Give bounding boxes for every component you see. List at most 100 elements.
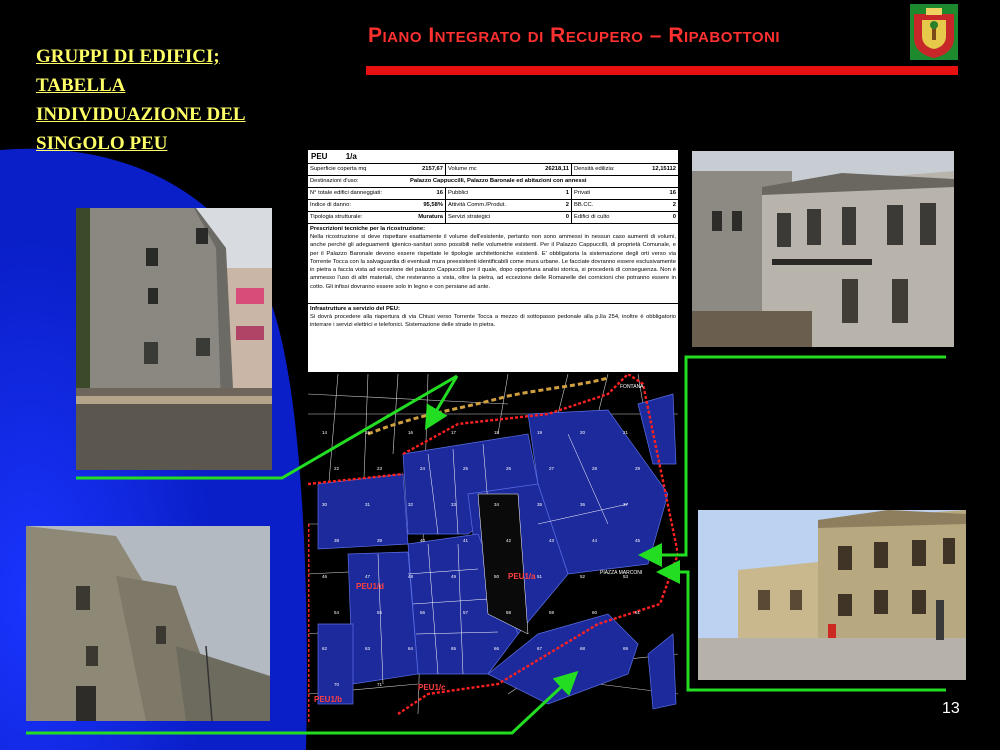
- parcel-number: 33: [451, 502, 457, 507]
- table-row: Superficie coperta mq 2157,67 Volume mc 26…: [308, 164, 678, 176]
- parcel-number: 42: [506, 538, 512, 543]
- parcel-number: 45: [635, 538, 641, 543]
- table-cell: Attività Comm./Produt. 2: [446, 200, 572, 211]
- parcel-number: 27: [549, 466, 555, 471]
- cell-label: Indice di danno:: [310, 202, 351, 208]
- cell-value: 0: [672, 214, 676, 220]
- peu-id: 1/a: [345, 152, 357, 161]
- photo-stone-houses: [26, 526, 270, 721]
- parcel-number: 37: [623, 502, 629, 507]
- prescrizioni-text: Nella ricostruzione si deve rispettare e…: [310, 234, 676, 290]
- parcel-number: 23: [377, 466, 383, 471]
- slide-title: Piano Integrato di Recupero – Ripabotton…: [368, 24, 781, 47]
- parcel-number: 19: [537, 430, 543, 435]
- table-cell: Volume mc 26218,11: [446, 164, 572, 175]
- table-cell: Indice di danno: 95,58%: [308, 200, 446, 211]
- map-label-peu1b: PEU1/b: [314, 695, 342, 704]
- parcel-number: 61: [635, 610, 641, 615]
- table-cell: N° totale edifici danneggiati: 16: [308, 188, 446, 199]
- parcel-number: 24: [420, 466, 426, 471]
- parcel-number: 25: [463, 466, 469, 471]
- parcel-number: 64: [408, 646, 414, 651]
- section-heading: GRUPPI DI EDIFICI; TABELLA INDIVIDUAZION…: [36, 42, 306, 158]
- table-cell: BB.CC. 2: [572, 200, 678, 211]
- table-cell: Edifici di culto 0: [572, 212, 678, 223]
- cell-value: 2157,67: [422, 166, 443, 172]
- parcel-number: 18: [494, 430, 500, 435]
- cell-label: Tipologia strutturale:: [310, 214, 363, 220]
- parcel-number: 36: [580, 502, 586, 507]
- cell-value: 16: [669, 190, 676, 196]
- parcel-number: 65: [451, 646, 457, 651]
- cell-label: Attività Comm./Produt.: [448, 202, 506, 208]
- heading-line: GRUPPI DI EDIFICI;: [36, 46, 220, 67]
- heading-line: INDIVIDUAZIONE DEL: [36, 104, 246, 125]
- parcel-number: 47: [365, 574, 371, 579]
- table-cell: Densità edilizia: 12,15112: [572, 164, 678, 175]
- cell-label: Servizi strategici: [448, 214, 491, 220]
- parcel-number: 71: [377, 682, 383, 687]
- table-cell: Pubblici 1: [446, 188, 572, 199]
- map-label-fontana: FONTANA: [620, 384, 644, 390]
- parcel-number: 48: [408, 574, 414, 579]
- parcel-number: 68: [580, 646, 586, 651]
- cell-value: 0: [565, 214, 569, 220]
- parcel-number: 52: [580, 574, 586, 579]
- parcel-number: 22: [334, 466, 340, 471]
- table-cell: Destinazioni d'uso: Palazzo Cappuccilli, …: [308, 176, 678, 187]
- parcel-number: 20: [580, 430, 586, 435]
- map-label-piazza: PIAZZA MARCONI: [600, 570, 642, 576]
- table-row: Indice di danno: 95,58% Attività Comm./Pr…: [308, 200, 678, 212]
- cell-value: 26218,11: [545, 166, 569, 172]
- parcel-number: 32: [408, 502, 414, 507]
- parcel-number: 28: [592, 466, 598, 471]
- table-row: Tipologia strutturale: Muratura Servizi s…: [308, 212, 678, 224]
- cell-value: 1: [565, 190, 569, 196]
- parcel-number: 30: [322, 502, 328, 507]
- cell-value: 2: [672, 202, 676, 208]
- table-cell: Tipologia strutturale: Muratura: [308, 212, 446, 223]
- infrastrutture-text: Si dovrà procedere alla riapertura di vi…: [310, 314, 676, 329]
- map-label-peu1a: PEU1/a: [508, 572, 536, 581]
- map-label-peu1d: PEU1/d: [356, 582, 384, 591]
- heading-line: TABELLA: [36, 75, 126, 96]
- parcel-number: 49: [451, 574, 457, 579]
- parcel-number: 55: [377, 610, 383, 615]
- parcel-number: 44: [592, 538, 598, 543]
- cell-value: Palazzo Cappuccilli, Palazzo Baronale ed…: [410, 178, 587, 184]
- parcel-number: 67: [537, 646, 543, 651]
- parcel-number: 40: [420, 538, 426, 543]
- page-number: 13: [942, 700, 960, 717]
- cell-label: Privati: [574, 190, 591, 196]
- parcel-number: 70: [334, 682, 340, 687]
- map-label-peu1c: PEU1/c: [418, 683, 446, 692]
- cell-label: BB.CC.: [574, 202, 594, 208]
- cadastral-map: PEU1/a PEU1/b PEU1/c PEU1/d PIAZZA MARCO…: [308, 374, 678, 722]
- parcel-number: 26: [506, 466, 512, 471]
- table-row: N° totale edifici danneggiati: 16 Pubblic…: [308, 188, 678, 200]
- parcel-number: 31: [365, 502, 371, 507]
- municipal-crest-icon: [910, 4, 958, 60]
- parcel-number: 51: [537, 574, 543, 579]
- cell-label: Pubblici: [448, 190, 469, 196]
- cell-label: Volume mc: [448, 166, 477, 172]
- parcel-number: 39: [377, 538, 383, 543]
- parcel-number: 14: [322, 430, 328, 435]
- parcel-number: 50: [494, 574, 500, 579]
- heading-line: SINGOLO PEU: [36, 133, 168, 154]
- parcel-number: 16: [408, 430, 414, 435]
- peu-label: PEU: [311, 152, 328, 161]
- table-row: Destinazioni d'uso: Palazzo Cappuccilli, …: [308, 176, 678, 188]
- cell-value: Muratura: [418, 214, 443, 220]
- cell-label: Densità edilizia:: [574, 166, 615, 172]
- parcel-number: 34: [494, 502, 500, 507]
- cell-label: Destinazioni d'uso:: [310, 178, 359, 184]
- table-cell: Privati 16: [572, 188, 678, 199]
- cell-value: 95,58%: [423, 202, 443, 208]
- parcel-number: 38: [334, 538, 340, 543]
- cell-value: 12,15112: [652, 166, 676, 172]
- photo-palazzo-facade: [692, 151, 954, 347]
- parcel-number: 46: [322, 574, 328, 579]
- parcel-number: 43: [549, 538, 555, 543]
- parcel-number: 63: [365, 646, 371, 651]
